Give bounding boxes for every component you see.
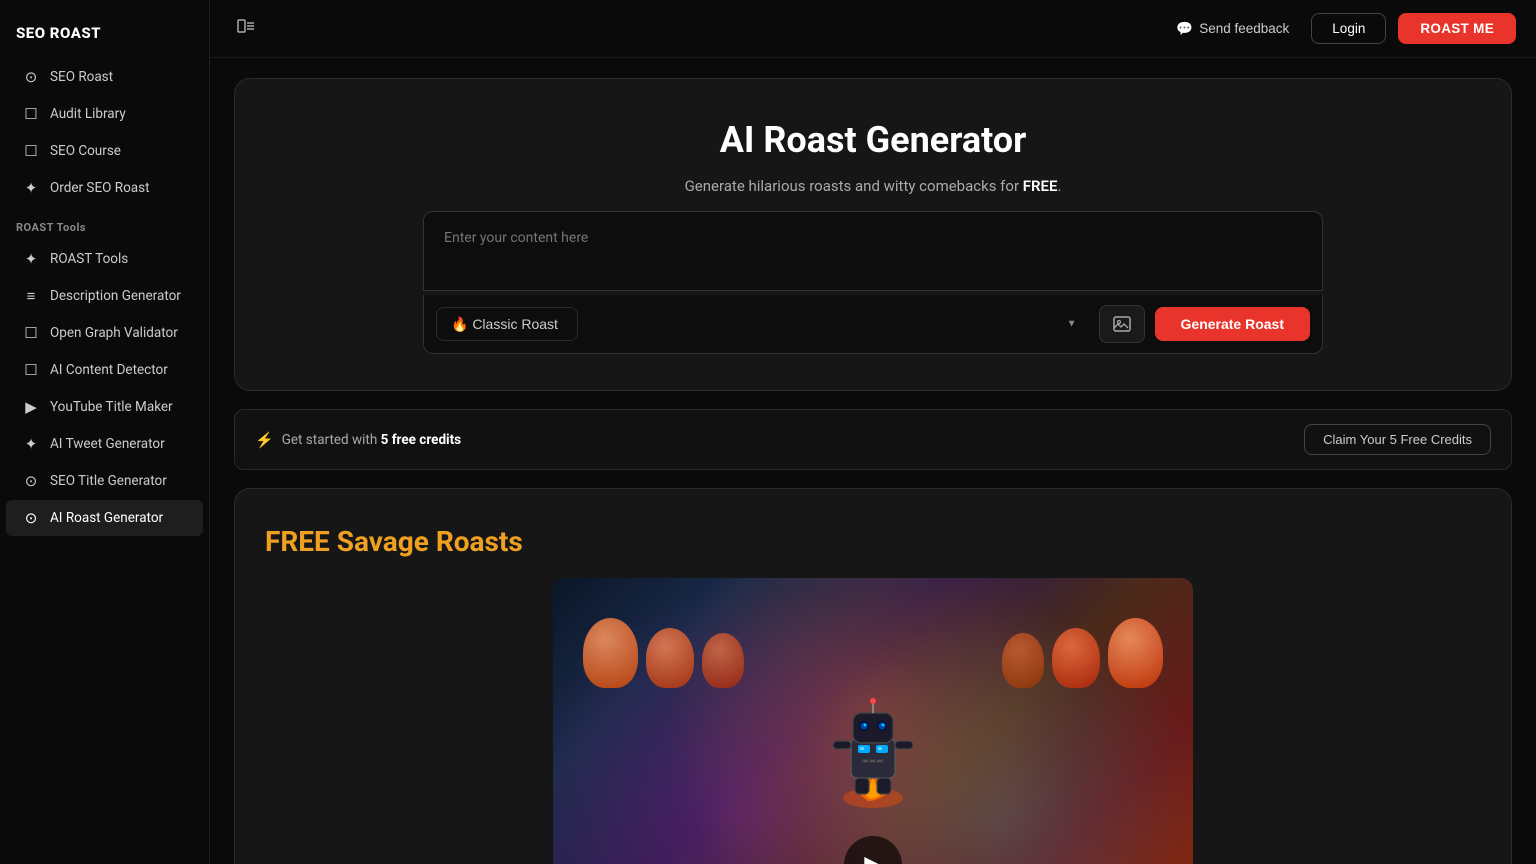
input-area: 🔥 Classic Roast 💀 Savage Roast 😄 Friendl… [423, 211, 1323, 354]
sidebar-item-seo-course[interactable]: ☐ SEO Course [6, 133, 203, 169]
input-controls: 🔥 Classic Roast 💀 Savage Roast 😄 Friendl… [423, 295, 1323, 354]
sidebar: SEO ROAST ⊙ SEO Roast ☐ Audit Library ☐ … [0, 0, 210, 864]
sidebar-item-ai-tweet-generator[interactable]: ✦ AI Tweet Generator [6, 426, 203, 462]
image-icon [1112, 314, 1132, 334]
savage-roasts-title: FREE Savage Roasts [265, 525, 523, 558]
menu-icon [236, 16, 256, 36]
free-credits-label: 5 free credits [381, 432, 462, 448]
crowd-right [1002, 618, 1163, 688]
order-icon: ✦ [22, 179, 40, 197]
crowd-figure-1 [583, 618, 638, 688]
claim-credits-button[interactable]: Claim Your 5 Free Credits [1304, 424, 1491, 455]
roast-me-button[interactable]: ROAST ME [1398, 13, 1516, 44]
sidebar-item-audit-library[interactable]: ☐ Audit Library [6, 96, 203, 132]
sidebar-item-ai-content-detector[interactable]: ☐ AI Content Detector [6, 352, 203, 388]
roast-type-select-wrapper: 🔥 Classic Roast 💀 Savage Roast 😄 Friendl… [436, 307, 1089, 341]
login-button[interactable]: Login [1311, 13, 1386, 44]
sidebar-main-nav: ⊙ SEO Roast ☐ Audit Library ☐ SEO Course… [0, 58, 209, 207]
hero-subtitle: Generate hilarious roasts and witty come… [685, 177, 1062, 195]
sidebar-item-roast-tools[interactable]: ✦ ROAST Tools [6, 241, 203, 277]
youtube-icon: ▶ [22, 398, 40, 416]
sidebar-item-youtube-title-maker[interactable]: ▶ YouTube Title Maker [6, 389, 203, 425]
brand-logo: SEO ROAST [0, 16, 209, 58]
library-icon: ☐ [22, 105, 40, 123]
bolt-icon: ⚡ [255, 431, 274, 449]
sidebar-toggle-button[interactable] [230, 12, 262, 46]
home-icon: ⊙ [22, 68, 40, 86]
play-icon: ▶ [864, 849, 886, 864]
crowd-figure-3 [702, 633, 744, 688]
roast-type-select[interactable]: 🔥 Classic Roast 💀 Savage Roast 😄 Friendl… [436, 307, 578, 341]
generate-roast-button[interactable]: Generate Roast [1155, 307, 1310, 341]
page-title: AI Roast Generator [720, 119, 1027, 161]
content-detector-icon: ☐ [22, 361, 40, 379]
savage-roasts-card: FREE Savage Roasts [234, 488, 1512, 864]
credits-banner: ⚡ Get started with 5 free credits Claim … [234, 409, 1512, 470]
robot-figure [823, 683, 923, 813]
seo-title-icon: ⊙ [22, 472, 40, 490]
feedback-icon: 💬 [1176, 21, 1193, 37]
crowd-figure-4 [1002, 633, 1044, 688]
crowd-figure-5 [1052, 628, 1100, 688]
roast-tools-section-label: ROAST Tools [0, 207, 209, 240]
credits-info: ⚡ Get started with 5 free credits [255, 431, 461, 449]
hero-card: AI Roast Generator Generate hilarious ro… [234, 78, 1512, 391]
sidebar-tools-nav: ✦ ROAST Tools ≡ Description Generator ☐ … [0, 240, 209, 537]
topbar-right: 💬 Send feedback Login ROAST ME [1166, 13, 1516, 44]
main-content: 💬 Send feedback Login ROAST ME AI Roast … [210, 0, 1536, 864]
crowd-left [583, 618, 744, 688]
crowd-figure-2 [646, 628, 694, 688]
topbar: 💬 Send feedback Login ROAST ME [210, 0, 1536, 58]
sidebar-item-open-graph-validator[interactable]: ☐ Open Graph Validator [6, 315, 203, 351]
topbar-left [230, 12, 262, 46]
content-input[interactable] [423, 211, 1323, 291]
sidebar-item-seo-roast[interactable]: ⊙ SEO Roast [6, 59, 203, 95]
tweet-icon: ✦ [22, 435, 40, 453]
page-content: AI Roast Generator Generate hilarious ro… [210, 58, 1536, 864]
robot-svg [823, 683, 923, 813]
course-icon: ☐ [22, 142, 40, 160]
roast-gen-icon: ⊙ [22, 509, 40, 527]
video-thumbnail[interactable]: ▶ [553, 578, 1193, 864]
sidebar-item-ai-roast-generator[interactable]: ⊙ AI Roast Generator [6, 500, 203, 536]
send-feedback-button[interactable]: 💬 Send feedback [1166, 15, 1299, 43]
crowd-figure-6 [1108, 618, 1163, 688]
sidebar-item-order-seo-roast[interactable]: ✦ Order SEO Roast [6, 170, 203, 206]
description-icon: ≡ [22, 287, 40, 305]
roast-tools-icon: ✦ [22, 250, 40, 268]
sidebar-item-description-generator[interactable]: ≡ Description Generator [6, 278, 203, 314]
og-icon: ☐ [22, 324, 40, 342]
sidebar-item-seo-title-generator[interactable]: ⊙ SEO Title Generator [6, 463, 203, 499]
image-upload-button[interactable] [1099, 305, 1145, 343]
